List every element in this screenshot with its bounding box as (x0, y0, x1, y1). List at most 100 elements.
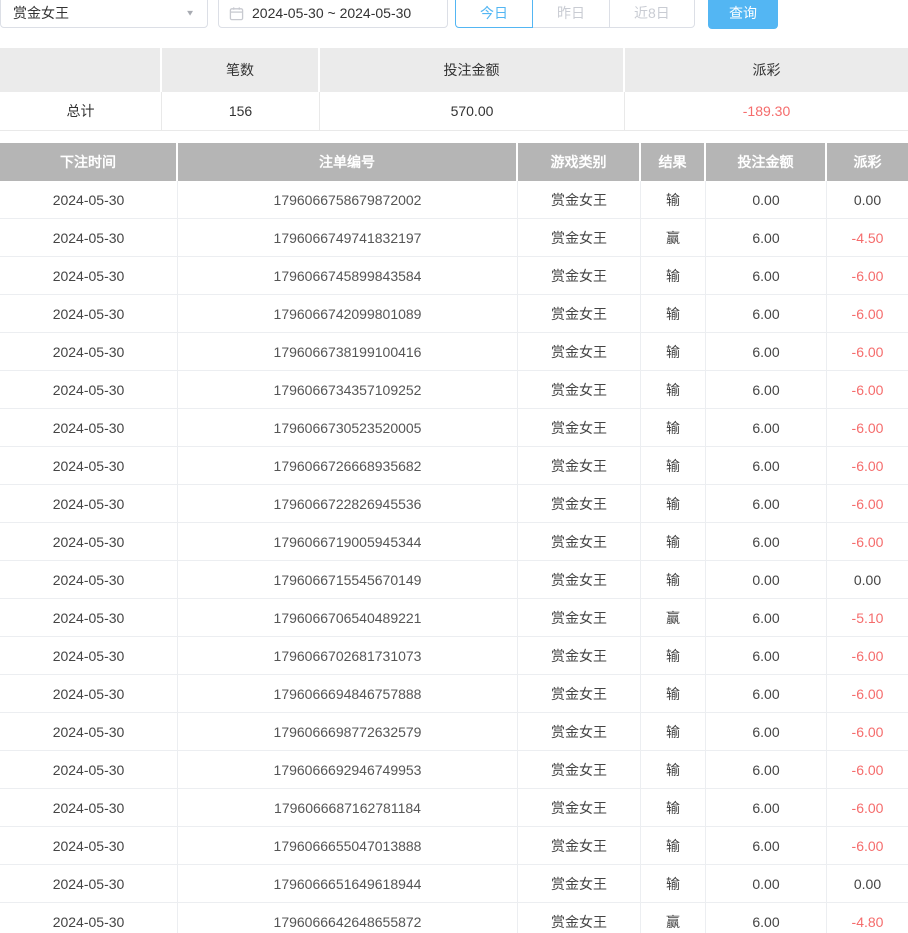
cell-bet-amount: 6.00 (706, 751, 827, 789)
table-row: 2024-05-30 1796066706540489221 赏金女王 赢 6.… (0, 599, 908, 637)
table-row: 2024-05-30 1796066655047013888 赏金女王 输 6.… (0, 827, 908, 865)
cell-bet-number: 1796066655047013888 (178, 827, 518, 865)
cell-game-type: 赏金女王 (518, 447, 641, 485)
cell-bet-time: 2024-05-30 (0, 675, 178, 713)
cell-payout: 0.00 (827, 865, 908, 903)
cell-payout: 0.00 (827, 561, 908, 599)
cell-result: 赢 (641, 903, 706, 933)
cell-bet-time: 2024-05-30 (0, 599, 178, 637)
cell-game-type: 赏金女王 (518, 181, 641, 219)
cell-result: 输 (641, 333, 706, 371)
header-bet-number: 注单编号 (178, 143, 518, 181)
calendar-icon (229, 6, 244, 21)
cell-bet-number: 1796066642648655872 (178, 903, 518, 933)
cell-bet-amount: 6.00 (706, 599, 827, 637)
cell-bet-number: 1796066719005945344 (178, 523, 518, 561)
cell-result: 输 (641, 523, 706, 561)
summary-header-row: 笔数 投注金额 派彩 (0, 48, 908, 92)
cell-bet-number: 1796066738199100416 (178, 333, 518, 371)
cell-game-type: 赏金女王 (518, 219, 641, 257)
cell-bet-amount: 0.00 (706, 865, 827, 903)
cell-bet-time: 2024-05-30 (0, 561, 178, 599)
cell-game-type: 赏金女王 (518, 637, 641, 675)
cell-result: 输 (641, 865, 706, 903)
cell-bet-time: 2024-05-30 (0, 219, 178, 257)
cell-bet-number: 1796066749741832197 (178, 219, 518, 257)
cell-bet-number: 1796066651649618944 (178, 865, 518, 903)
cell-game-type: 赏金女王 (518, 789, 641, 827)
cell-result: 输 (641, 751, 706, 789)
cell-bet-amount: 6.00 (706, 485, 827, 523)
summary-total-payout: -189.30 (625, 92, 908, 131)
cell-result: 输 (641, 409, 706, 447)
table-row: 2024-05-30 1796066730523520005 赏金女王 输 6.… (0, 409, 908, 447)
chevron-down-icon: ▼ (185, 9, 195, 18)
cell-game-type: 赏金女王 (518, 295, 641, 333)
cell-bet-number: 1796066742099801089 (178, 295, 518, 333)
cell-bet-amount: 0.00 (706, 181, 827, 219)
game-select[interactable]: 赏金女王 ▼ (0, 0, 208, 28)
cell-result: 输 (641, 637, 706, 675)
cell-bet-number: 1796066702681731073 (178, 637, 518, 675)
cell-bet-amount: 6.00 (706, 333, 827, 371)
cell-bet-time: 2024-05-30 (0, 523, 178, 561)
query-button[interactable]: 查询 (708, 0, 778, 29)
cell-bet-number: 1796066758679872002 (178, 181, 518, 219)
cell-result: 赢 (641, 599, 706, 637)
cell-payout: -4.50 (827, 219, 908, 257)
cell-result: 输 (641, 827, 706, 865)
cell-payout: -4.80 (827, 903, 908, 933)
cell-game-type: 赏金女王 (518, 713, 641, 751)
cell-bet-number: 1796066745899843584 (178, 257, 518, 295)
cell-bet-time: 2024-05-30 (0, 485, 178, 523)
yesterday-button[interactable]: 昨日 (532, 0, 610, 28)
cell-bet-time: 2024-05-30 (0, 295, 178, 333)
today-button[interactable]: 今日 (455, 0, 533, 28)
cell-bet-number: 1796066734357109252 (178, 371, 518, 409)
cell-bet-time: 2024-05-30 (0, 827, 178, 865)
cell-bet-number: 1796066694846757888 (178, 675, 518, 713)
cell-bet-amount: 6.00 (706, 447, 827, 485)
cell-payout: -6.00 (827, 295, 908, 333)
summary-total-bet-amount: 570.00 (320, 92, 625, 131)
cell-bet-amount: 6.00 (706, 713, 827, 751)
table-row: 2024-05-30 1796066698772632579 赏金女王 输 6.… (0, 713, 908, 751)
toolbar: 赏金女王 ▼ 2024-05-30 ~ 2024-05-30 今日 昨日 近8日… (0, 0, 908, 30)
table-row: 2024-05-30 1796066749741832197 赏金女王 赢 6.… (0, 219, 908, 257)
header-payout: 派彩 (827, 143, 908, 181)
cell-bet-number: 1796066715545670149 (178, 561, 518, 599)
table-row: 2024-05-30 1796066742099801089 赏金女王 输 6.… (0, 295, 908, 333)
cell-bet-time: 2024-05-30 (0, 903, 178, 933)
cell-bet-amount: 6.00 (706, 523, 827, 561)
cell-payout: -6.00 (827, 637, 908, 675)
game-select-value: 赏金女王 (13, 3, 69, 23)
cell-game-type: 赏金女王 (518, 371, 641, 409)
table-row: 2024-05-30 1796066702681731073 赏金女王 输 6.… (0, 637, 908, 675)
cell-payout: -6.00 (827, 751, 908, 789)
cell-bet-number: 1796066730523520005 (178, 409, 518, 447)
summary-total-count: 156 (162, 92, 320, 131)
summary-total-row: 总计 156 570.00 -189.30 (0, 92, 908, 131)
table-row: 2024-05-30 1796066745899843584 赏金女王 输 6.… (0, 257, 908, 295)
table-row: 2024-05-30 1796066651649618944 赏金女王 输 0.… (0, 865, 908, 903)
date-range-input[interactable]: 2024-05-30 ~ 2024-05-30 (218, 0, 448, 28)
header-result: 结果 (641, 143, 706, 181)
cell-bet-amount: 6.00 (706, 295, 827, 333)
cell-bet-time: 2024-05-30 (0, 333, 178, 371)
cell-bet-time: 2024-05-30 (0, 789, 178, 827)
last-8-days-button[interactable]: 近8日 (609, 0, 695, 28)
cell-result: 输 (641, 789, 706, 827)
summary-header-blank (0, 48, 162, 92)
cell-payout: -6.00 (827, 675, 908, 713)
table-row: 2024-05-30 1796066719005945344 赏金女王 输 6.… (0, 523, 908, 561)
cell-payout: 0.00 (827, 181, 908, 219)
table-row: 2024-05-30 1796066642648655872 赏金女王 赢 6.… (0, 903, 908, 933)
summary-total-label: 总计 (0, 92, 162, 131)
cell-result: 输 (641, 181, 706, 219)
cell-bet-time: 2024-05-30 (0, 447, 178, 485)
cell-result: 赢 (641, 219, 706, 257)
bet-table-body: 2024-05-30 1796066758679872002 赏金女王 输 0.… (0, 181, 908, 933)
table-row: 2024-05-30 1796066715545670149 赏金女王 输 0.… (0, 561, 908, 599)
bet-table: 下注时间 注单编号 游戏类别 结果 投注金额 派彩 2024-05-30 179… (0, 143, 908, 933)
cell-game-type: 赏金女王 (518, 561, 641, 599)
